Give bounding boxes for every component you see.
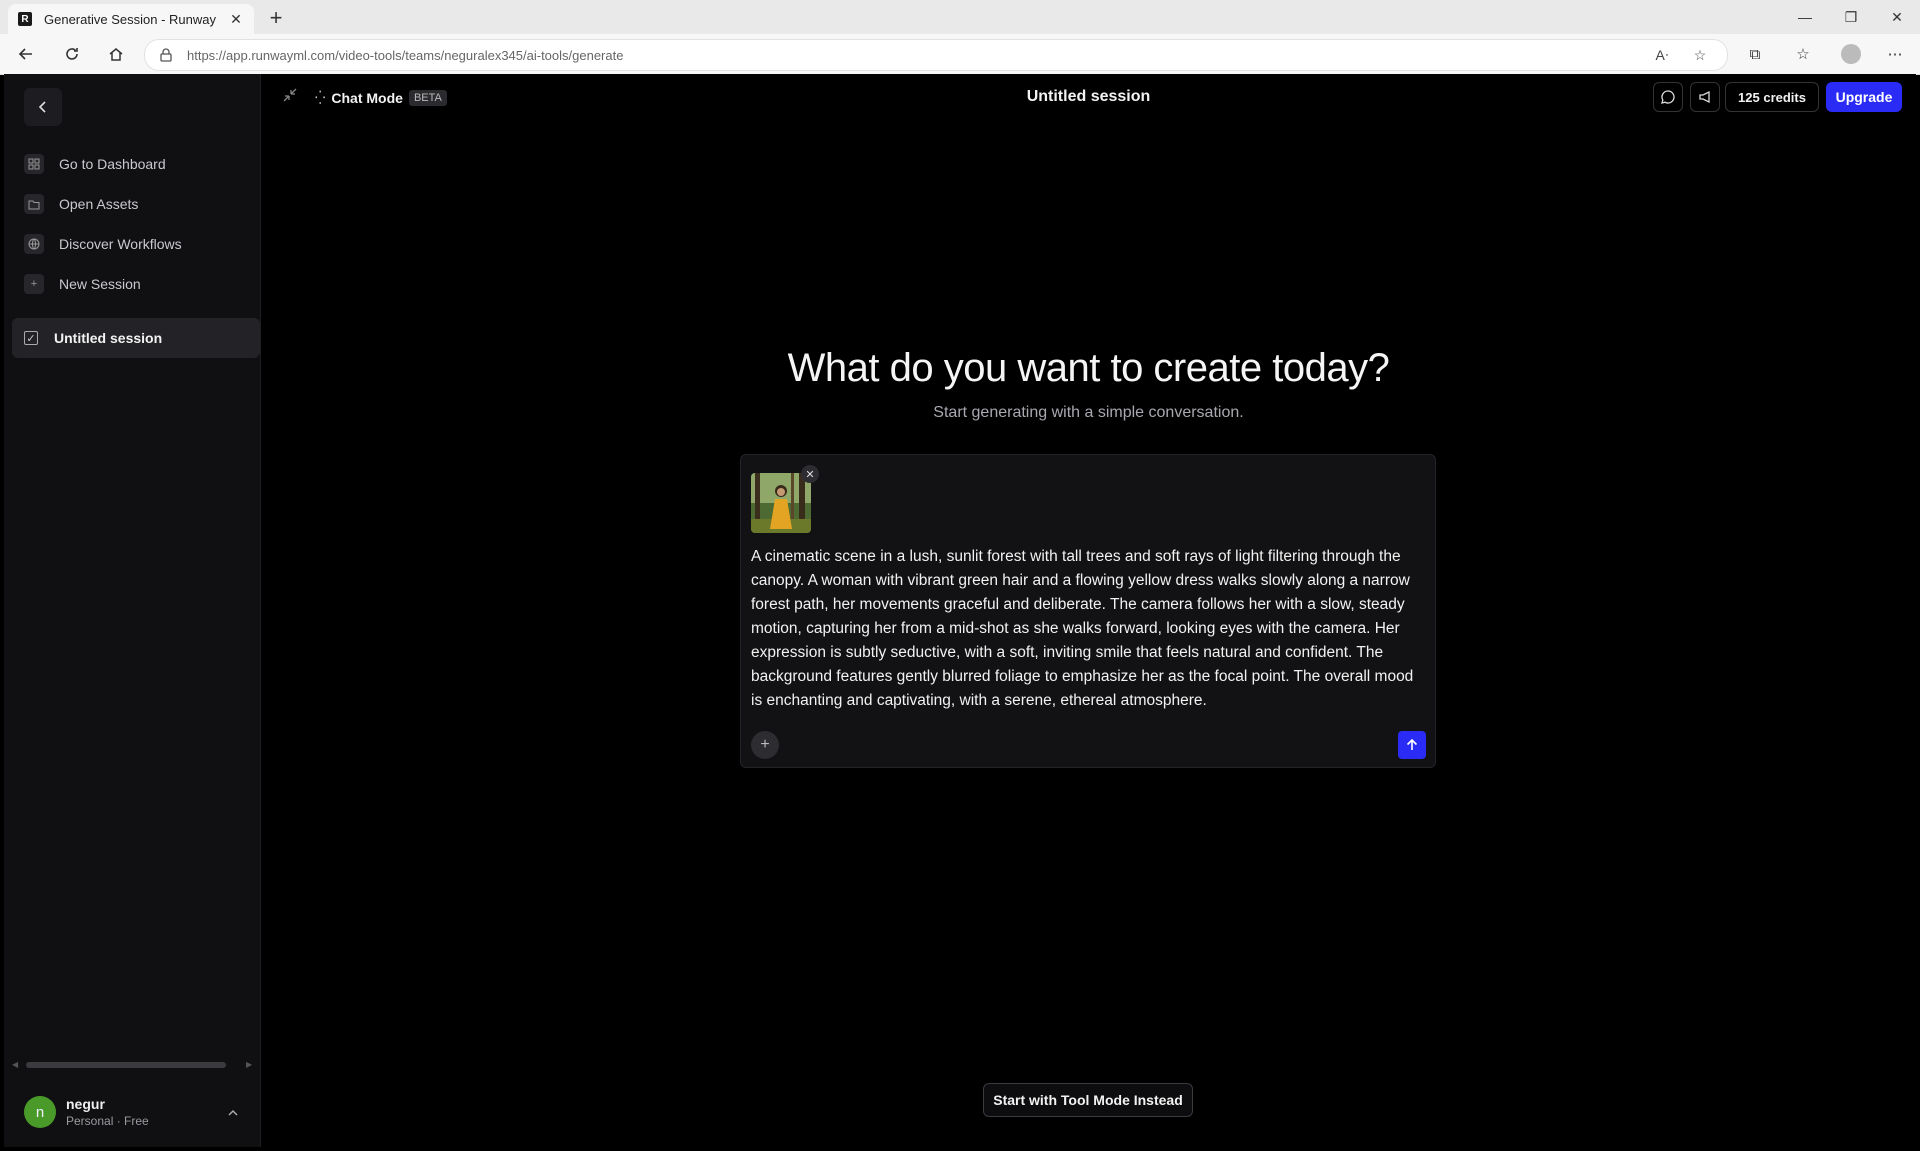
upgrade-button[interactable]: Upgrade bbox=[1826, 82, 1902, 112]
main-area: ⁛ Chat Mode BETA Untitled session 125 cr… bbox=[261, 74, 1916, 1147]
sidebar-item-dashboard[interactable]: Go to Dashboard bbox=[24, 144, 182, 184]
browser-tab[interactable]: R Generative Session - Runway ✕ bbox=[8, 4, 254, 34]
credits-button[interactable]: 125 credits bbox=[1725, 82, 1819, 112]
session-icon: ✓ bbox=[24, 331, 38, 345]
session-label: Untitled session bbox=[54, 330, 163, 346]
extensions-icon[interactable]: ⧉ bbox=[1740, 40, 1770, 68]
read-aloud-icon[interactable]: Aᐧ bbox=[1647, 40, 1677, 70]
sidebar-item-assets[interactable]: Open Assets bbox=[24, 184, 182, 224]
prompt-composer: ✕ A cinematic scene in a lush, sunlit fo… bbox=[740, 454, 1436, 768]
megaphone-icon bbox=[1699, 90, 1710, 104]
arrow-up-icon bbox=[1406, 739, 1418, 750]
back-icon[interactable] bbox=[10, 40, 42, 68]
sidebar-session-item[interactable]: ✓ Untitled session bbox=[12, 318, 260, 358]
plus-icon: + bbox=[760, 736, 770, 753]
send-button[interactable] bbox=[1398, 731, 1426, 759]
top-bar: ⁛ Chat Mode BETA Untitled session 125 cr… bbox=[261, 74, 1916, 124]
profile-icon[interactable] bbox=[1836, 40, 1866, 68]
chat-bubble-icon bbox=[1661, 90, 1675, 104]
chat-feedback-button[interactable] bbox=[1653, 82, 1683, 112]
announcements-button[interactable] bbox=[1690, 82, 1720, 112]
plus-icon: + bbox=[24, 274, 44, 294]
sidebar-horizontal-scrollbar[interactable]: ◀ ▶ bbox=[12, 1060, 252, 1070]
address-bar: https://app.runwayml.com/video-tools/tea… bbox=[0, 34, 1920, 75]
scroll-right-arrow-icon[interactable]: ▶ bbox=[246, 1060, 252, 1069]
scrollbar-thumb[interactable] bbox=[26, 1062, 226, 1068]
prompt-input[interactable]: A cinematic scene in a lush, sunlit fore… bbox=[751, 545, 1427, 713]
favorite-star-icon[interactable]: ☆ bbox=[1685, 40, 1715, 70]
chevron-up-icon[interactable] bbox=[228, 1105, 238, 1119]
sidebar-item-label: Go to Dashboard bbox=[59, 156, 166, 172]
sidebar-item-label: Open Assets bbox=[59, 196, 139, 212]
reload-icon[interactable] bbox=[56, 40, 88, 68]
hero-subtitle: Start generating with a simple conversat… bbox=[933, 404, 1244, 421]
browser-tabbar: R Generative Session - Runway ✕ + — ❐ ✕ bbox=[0, 0, 1920, 34]
window-minimize-icon[interactable]: — bbox=[1782, 0, 1828, 34]
chevron-left-icon bbox=[38, 101, 46, 113]
new-tab-icon[interactable]: + bbox=[262, 5, 290, 30]
remove-image-icon[interactable]: ✕ bbox=[801, 465, 819, 483]
runway-app: Go to Dashboard Open Assets Discover Wor… bbox=[4, 74, 1916, 1147]
globe-icon bbox=[24, 234, 44, 254]
favorites-icon[interactable]: ☆ bbox=[1788, 40, 1818, 68]
avatar: n bbox=[24, 1096, 56, 1128]
url-field[interactable]: https://app.runwayml.com/video-tools/tea… bbox=[144, 39, 1728, 71]
sidebar-item-label: New Session bbox=[59, 276, 141, 292]
folder-icon bbox=[24, 194, 44, 214]
scroll-left-arrow-icon[interactable]: ◀ bbox=[12, 1060, 18, 1069]
user-menu[interactable]: n negur Personal · Free bbox=[24, 1092, 244, 1132]
url-text: https://app.runwayml.com/video-tools/tea… bbox=[187, 47, 624, 63]
add-attachment-button[interactable]: + bbox=[751, 731, 779, 759]
tab-close-icon[interactable]: ✕ bbox=[226, 9, 246, 29]
sidebar-nav: Go to Dashboard Open Assets Discover Wor… bbox=[24, 144, 182, 304]
window-close-icon[interactable]: ✕ bbox=[1874, 0, 1920, 34]
hero-title: What do you want to create today? bbox=[787, 346, 1390, 390]
window-restore-icon[interactable]: ❐ bbox=[1828, 0, 1874, 34]
tab-title: Generative Session - Runway bbox=[44, 11, 216, 27]
user-plan: Personal · Free bbox=[66, 1114, 149, 1128]
sidebar-item-new-session[interactable]: + New Session bbox=[24, 264, 182, 304]
sidebar: Go to Dashboard Open Assets Discover Wor… bbox=[4, 74, 261, 1147]
more-menu-icon[interactable]: ⋯ bbox=[1880, 40, 1910, 68]
sidebar-item-workflows[interactable]: Discover Workflows bbox=[24, 224, 182, 264]
user-name: negur bbox=[66, 1096, 105, 1112]
home-icon[interactable] bbox=[100, 40, 132, 68]
collapse-sidebar-button[interactable] bbox=[24, 88, 62, 126]
runway-favicon-icon: R bbox=[18, 12, 32, 26]
lock-icon[interactable] bbox=[159, 48, 173, 62]
attached-image-thumbnail[interactable] bbox=[751, 473, 811, 533]
sidebar-item-label: Discover Workflows bbox=[59, 236, 182, 252]
grid-icon bbox=[24, 154, 44, 174]
tool-mode-button[interactable]: Start with Tool Mode Instead bbox=[983, 1083, 1193, 1117]
